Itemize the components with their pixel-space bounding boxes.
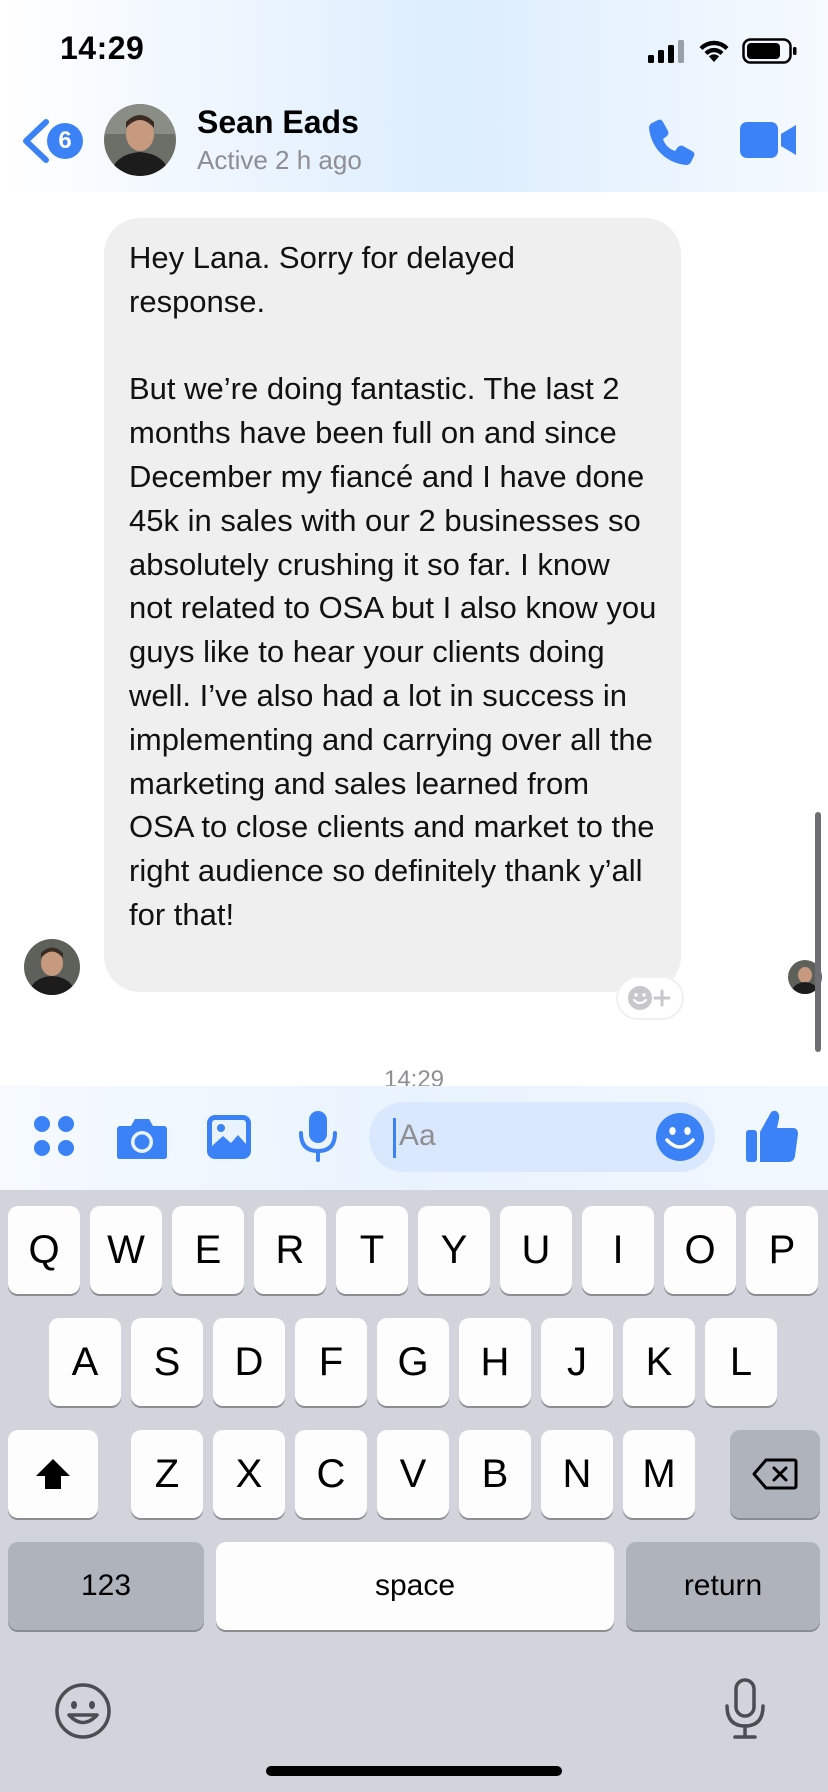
avatar[interactable]	[104, 104, 176, 176]
key-e[interactable]: E	[172, 1206, 244, 1294]
microphone-icon[interactable]	[296, 1110, 340, 1162]
key-c[interactable]: C	[295, 1430, 367, 1518]
key-l[interactable]: L	[705, 1318, 777, 1406]
key-o[interactable]: O	[664, 1206, 736, 1294]
key-m[interactable]: M	[623, 1430, 695, 1518]
signal-icon	[648, 40, 684, 63]
camera-icon[interactable]	[116, 1116, 168, 1160]
key-q[interactable]: Q	[8, 1206, 80, 1294]
space-key[interactable]: space	[216, 1542, 614, 1630]
key-v[interactable]: V	[377, 1430, 449, 1518]
key-n[interactable]: N	[541, 1430, 613, 1518]
message-input-placeholder: Aa	[399, 1119, 436, 1152]
key-i[interactable]: I	[582, 1206, 654, 1294]
message-timestamp: 14:29	[383, 1066, 445, 1086]
scrollbar[interactable]	[815, 812, 821, 1052]
emoji-icon[interactable]	[655, 1112, 705, 1162]
key-f[interactable]: F	[295, 1318, 367, 1406]
key-y[interactable]: Y	[418, 1206, 490, 1294]
sender-avatar[interactable]	[24, 939, 80, 995]
video-camera-icon[interactable]	[740, 119, 798, 161]
photo-icon[interactable]	[206, 1114, 252, 1160]
key-a[interactable]: A	[49, 1318, 121, 1406]
home-indicator[interactable]	[266, 1766, 562, 1776]
wifi-icon	[699, 40, 729, 62]
contact-name[interactable]: Sean Eads	[197, 104, 359, 141]
key-w[interactable]: W	[90, 1206, 162, 1294]
add-reaction-button[interactable]	[618, 978, 682, 1018]
key-t[interactable]: T	[336, 1206, 408, 1294]
numbers-key[interactable]: 123	[8, 1542, 204, 1630]
add-reaction-icon	[628, 986, 671, 1010]
battery-icon	[742, 38, 797, 64]
unread-badge[interactable]: 6	[47, 123, 83, 159]
phone-icon[interactable]	[646, 116, 698, 168]
keyboard-emoji-icon[interactable]	[54, 1682, 112, 1740]
backspace-key[interactable]	[730, 1430, 820, 1518]
key-r[interactable]: R	[254, 1206, 326, 1294]
text-cursor	[393, 1118, 396, 1158]
apps-grid-icon[interactable]	[32, 1114, 76, 1158]
key-h[interactable]: H	[459, 1318, 531, 1406]
key-b[interactable]: B	[459, 1430, 531, 1518]
key-p[interactable]: P	[746, 1206, 818, 1294]
backspace-icon	[752, 1458, 798, 1490]
key-d[interactable]: D	[213, 1318, 285, 1406]
key-x[interactable]: X	[213, 1430, 285, 1518]
thumbs-up-icon[interactable]	[744, 1108, 800, 1164]
shift-icon	[36, 1459, 70, 1489]
key-g[interactable]: G	[377, 1318, 449, 1406]
status-time: 14:29	[60, 30, 145, 66]
key-s[interactable]: S	[131, 1318, 203, 1406]
shift-key[interactable]	[8, 1430, 98, 1518]
return-key[interactable]: return	[626, 1542, 820, 1630]
key-z[interactable]: Z	[131, 1430, 203, 1518]
key-j[interactable]: J	[541, 1318, 613, 1406]
contact-status: Active 2 h ago	[197, 145, 362, 175]
key-u[interactable]: U	[500, 1206, 572, 1294]
message-bubble[interactable]: Hey Lana. Sorry for delayed response. Bu…	[104, 218, 681, 992]
key-k[interactable]: K	[623, 1318, 695, 1406]
status-icons	[648, 36, 798, 66]
dictation-icon[interactable]	[722, 1678, 768, 1740]
